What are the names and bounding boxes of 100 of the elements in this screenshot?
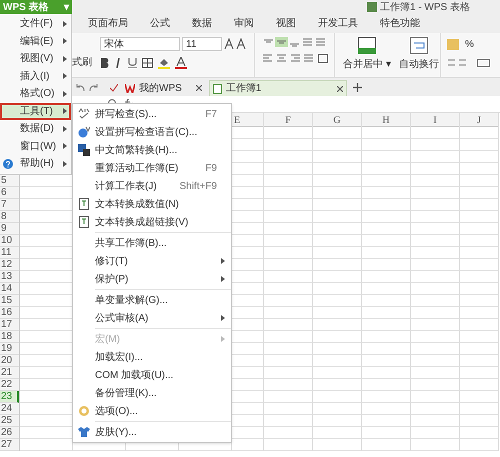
ribbon-tab[interactable]: 页面布局 (88, 16, 128, 31)
row-header[interactable]: 23 (0, 391, 19, 403)
row-header[interactable]: 14 (0, 283, 19, 295)
menu-item[interactable]: 格式(O) (0, 85, 71, 102)
font-size-select[interactable]: 11 (182, 37, 222, 51)
help-icon (3, 158, 13, 169)
row-header[interactable]: 12 (0, 259, 19, 271)
menu-item[interactable]: 中文简繁转换(H)... (73, 141, 231, 159)
submenu-arrow-icon (63, 143, 67, 150)
menu-item[interactable]: 工具(T) (0, 102, 71, 120)
workbook-icon (366, 2, 377, 12)
ribbon-tab[interactable]: 视图 (276, 16, 296, 31)
row-header[interactable]: 6 (0, 187, 19, 199)
menu-item[interactable]: 单变量求解(G)... (73, 291, 231, 309)
redo-icon[interactable] (89, 83, 98, 92)
menu-item[interactable]: 文本转换成数值(N) (73, 195, 231, 213)
ribbon-tab[interactable]: 数据 (192, 16, 212, 31)
menu-item[interactable]: 文本转换成超链接(V) (73, 213, 231, 231)
ribbon-tab[interactable]: 开发工具 (318, 16, 358, 31)
undo-icon[interactable] (76, 83, 85, 92)
grow-font-icon[interactable] (224, 38, 248, 50)
vertical-align-icons[interactable] (263, 37, 325, 47)
document-tab[interactable]: 我的WPS (122, 80, 205, 96)
row-header[interactable]: 15 (0, 295, 19, 307)
fill-color-icon[interactable] (158, 57, 170, 69)
horizontal-align-icons[interactable] (263, 54, 329, 64)
column-header[interactable]: J (460, 113, 498, 127)
row-header[interactable]: 11 (0, 247, 19, 259)
menu-item[interactable]: 计算工作表(J) Shift+F9 (73, 177, 231, 195)
menu-item[interactable]: 文件(F) (0, 15, 71, 32)
window-title: 工作簿1 - WPS 表格 (380, 0, 470, 14)
row-header[interactable]: 13 (0, 271, 19, 283)
menu-item[interactable]: 编辑(E) (0, 32, 71, 50)
menu-item[interactable]: 视图(V) (0, 50, 71, 68)
decimal-icons[interactable] (447, 58, 491, 68)
column-header[interactable]: E (232, 113, 263, 127)
shirt-icon (78, 426, 90, 438)
wrap-text-button[interactable]: 自动换行 (398, 37, 439, 72)
menu-item[interactable]: 修订(T) (73, 252, 231, 270)
percent-label[interactable]: % (465, 37, 474, 52)
shortcut-label: F7 (205, 108, 217, 122)
row-header[interactable]: 27 (0, 439, 19, 451)
bold-icon[interactable] (100, 58, 109, 68)
row-header[interactable]: 19 (0, 343, 19, 355)
row-header[interactable]: 24 (0, 403, 19, 415)
format-painter-label[interactable]: 式刷 (72, 55, 100, 70)
menu-item[interactable]: 保护(P) (73, 270, 231, 288)
menu-item[interactable]: 插入(I) (0, 68, 71, 85)
new-tab-icon[interactable] (352, 83, 362, 92)
merge-center-button[interactable]: 合并居中 ▾ (343, 37, 391, 72)
submenu-arrow-icon (63, 73, 67, 80)
document-icon (78, 216, 90, 228)
column-header[interactable]: F (264, 113, 312, 127)
shortcut-label: Shift+F9 (179, 180, 217, 194)
row-header[interactable]: 21 (0, 367, 19, 379)
document-tab[interactable]: 工作簿1 (208, 80, 347, 96)
row-header[interactable]: 17 (0, 319, 19, 331)
menu-item[interactable]: 加载宏(I)... (73, 348, 231, 366)
menu-item[interactable]: 重算活动工作簿(E) F9 (73, 159, 231, 177)
ribbon-tab[interactable]: 特色功能 (380, 16, 420, 31)
menu-item[interactable]: COM 加载项(U)... (73, 366, 231, 384)
column-header[interactable]: G (313, 113, 361, 127)
column-header[interactable]: H (362, 113, 410, 127)
row-header[interactable]: 18 (0, 331, 19, 343)
row-header[interactable]: 8 (0, 211, 19, 223)
menu-item[interactable]: 选项(O)... (73, 402, 231, 420)
wrap-text-icon (410, 37, 428, 54)
row-header[interactable]: 25 (0, 415, 19, 427)
row-header[interactable]: 26 (0, 427, 19, 439)
globe-icon (78, 126, 90, 138)
menu-item[interactable]: 帮助(H) (0, 155, 71, 172)
gear-icon (78, 405, 90, 417)
submenu-arrow-icon (63, 90, 67, 97)
font-color-icon[interactable] (175, 57, 187, 69)
menu-item[interactable]: 拼写检查(S)... F7 (73, 105, 231, 123)
border-icon[interactable] (142, 58, 153, 68)
column-header[interactable]: I (411, 113, 459, 127)
menu-item[interactable]: 数据(D) (0, 120, 71, 138)
submenu-arrow-icon (63, 160, 67, 167)
menu-item[interactable]: 设置拼写检查语言(C)... (73, 123, 231, 141)
row-header[interactable]: 16 (0, 307, 19, 319)
menu-item[interactable]: 窗口(W) (0, 138, 71, 155)
close-icon[interactable] (196, 85, 202, 91)
row-header[interactable]: 7 (0, 199, 19, 211)
row-header[interactable]: 10 (0, 235, 19, 247)
submenu-arrow-icon (63, 126, 67, 132)
menu-item[interactable]: 共享工作簿(B)... (73, 234, 231, 252)
font-select[interactable]: 宋体 (100, 37, 180, 51)
underline-icon[interactable] (128, 58, 137, 68)
row-header[interactable]: 9 (0, 223, 19, 235)
submenu-arrow-icon (63, 38, 67, 44)
menu-item[interactable]: 备份管理(K)... (73, 384, 231, 402)
row-header[interactable]: 20 (0, 355, 19, 367)
convert-icon (78, 144, 90, 156)
menu-item[interactable]: 公式审核(A) (73, 309, 231, 327)
ribbon-tab[interactable]: 审阅 (234, 16, 254, 31)
ribbon-tab[interactable]: 公式 (150, 16, 170, 31)
document-icon (78, 198, 90, 210)
menu-item[interactable]: 皮肤(Y)... (73, 423, 231, 441)
close-icon[interactable] (336, 86, 343, 92)
